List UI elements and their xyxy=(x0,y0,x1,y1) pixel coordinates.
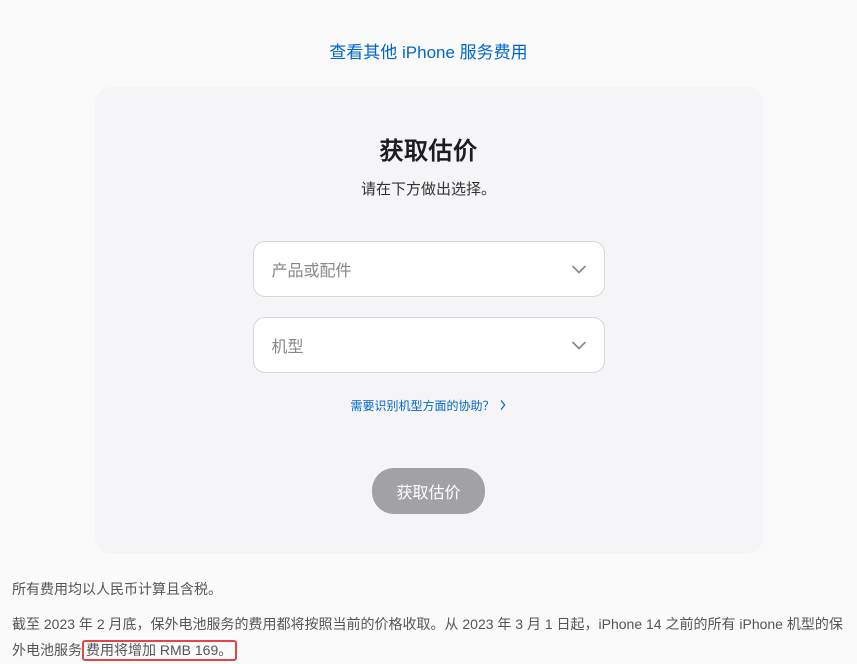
help-link-label: 需要识别机型方面的协助？ xyxy=(350,397,494,414)
top-link-row: 查看其他 iPhone 服务费用 xyxy=(0,0,857,87)
price-increase-highlight: 费用将增加 RMB 169。 xyxy=(82,640,237,661)
other-service-fees-link[interactable]: 查看其他 iPhone 服务费用 xyxy=(329,43,527,62)
footnote-1: 所有费用均以人民币计算且含税。 xyxy=(12,576,844,603)
card-subtitle: 请在下方做出选择。 xyxy=(135,178,723,199)
model-select[interactable]: 机型 xyxy=(253,317,605,373)
product-select[interactable]: 产品或配件 xyxy=(253,241,605,297)
chevron-right-icon xyxy=(499,399,507,413)
get-estimate-button[interactable]: 获取估价 xyxy=(372,468,484,514)
chevron-down-icon xyxy=(572,338,586,352)
footnotes: 所有费用均以人民币计算且含税。 截至 2023 年 2 月底，保外电池服务的费用… xyxy=(12,576,844,664)
chevron-down-icon xyxy=(572,262,586,276)
model-select-placeholder: 机型 xyxy=(272,333,304,357)
footnote-2: 截至 2023 年 2 月底，保外电池服务的费用都将按照当前的价格收取。从 20… xyxy=(12,611,844,664)
product-select-wrap: 产品或配件 xyxy=(253,241,605,297)
model-select-wrap: 机型 xyxy=(253,317,605,373)
product-select-placeholder: 产品或配件 xyxy=(272,257,352,281)
estimate-card: 获取估价 请在下方做出选择。 产品或配件 机型 需要识别机型方面的协助？ 获取估… xyxy=(95,87,763,554)
card-title: 获取估价 xyxy=(135,131,723,166)
identify-model-help-link[interactable]: 需要识别机型方面的协助？ xyxy=(350,397,506,414)
